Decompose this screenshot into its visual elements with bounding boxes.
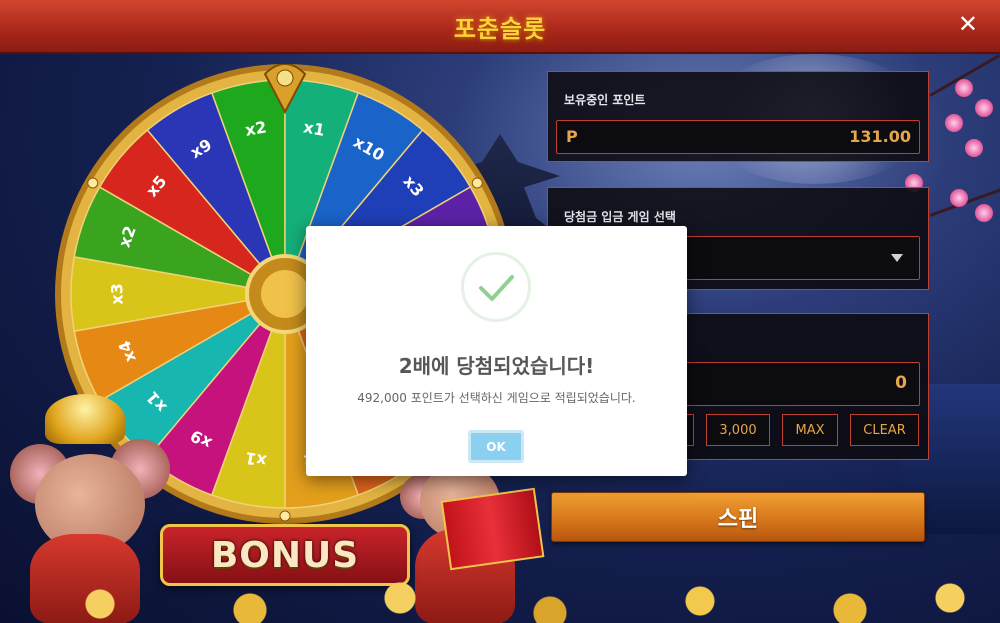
modal-message: 492,000 포인트가 선택하신 게임으로 적립되었습니다.: [357, 391, 636, 405]
check-icon: [479, 275, 514, 301]
modal-title: 2배에 당첨되었습니다!: [398, 354, 595, 378]
success-check-icon: [461, 252, 531, 322]
success-modal: 2배에 당첨되었습니다! 492,000 포인트가 선택하신 게임으로 적립되었…: [306, 226, 687, 476]
ok-button[interactable]: OK: [468, 430, 524, 463]
